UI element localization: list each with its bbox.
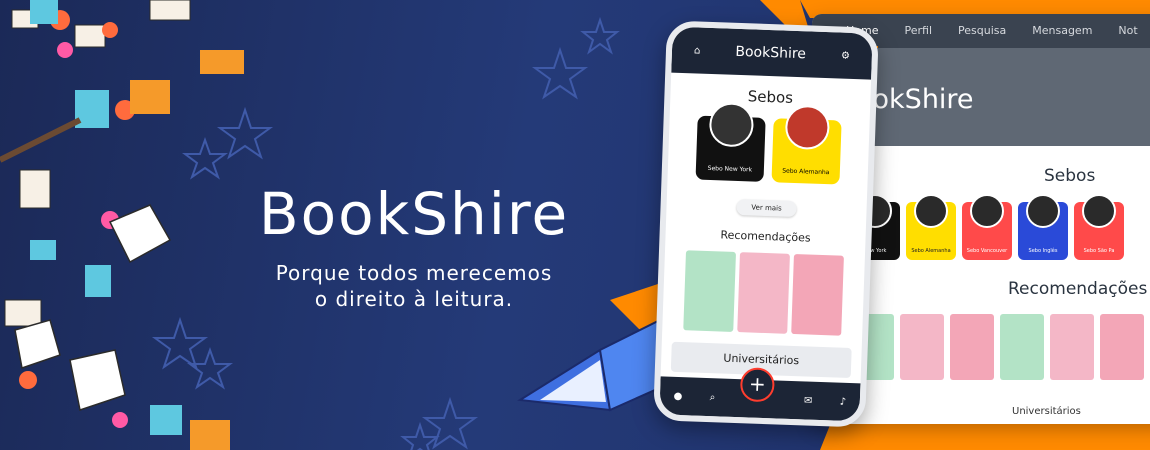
see-more-button[interactable]: Ver mais: [736, 198, 797, 218]
book-cover[interactable]: [1100, 314, 1144, 380]
desktop-shop-card[interactable]: Sebo Alemanha: [906, 194, 956, 260]
message-icon[interactable]: ✉: [804, 395, 813, 406]
gear-icon[interactable]: ⚙: [841, 50, 850, 61]
book-cover[interactable]: [791, 253, 844, 336]
book-cover[interactable]: [1000, 314, 1044, 380]
phone-book-list: [662, 249, 865, 336]
phone-mockup: ⌂ BookShire ⚙ Sebos Sebo New York Sebo A…: [653, 20, 879, 428]
shop-label: Sebo São Pa: [1083, 248, 1115, 254]
desktop-shop-list: New York Sebo Alemanha Sebo Vancouver Se…: [850, 194, 1124, 260]
brand-title: BookShire: [258, 180, 570, 248]
desktop-shop-card[interactable]: Sebo São Pa: [1074, 194, 1124, 260]
shop-label: Sebo Alemanha: [911, 248, 951, 254]
home-icon[interactable]: ⌂: [694, 45, 701, 56]
shop-label: Sebo New York: [707, 164, 753, 174]
user-icon[interactable]: ●: [673, 390, 682, 401]
nav-item-notificacoes[interactable]: Not: [1118, 24, 1137, 48]
phone-shop-card[interactable]: Sebo Alemanha: [771, 104, 842, 185]
phone-recommendations-title: Recomendações: [720, 228, 811, 245]
book-cover[interactable]: [950, 314, 994, 380]
search-icon[interactable]: ⌕: [710, 392, 716, 403]
shop-label: Sebo Vancouver: [966, 248, 1008, 254]
tagline-line-1: Porque todos merecemos: [275, 261, 553, 285]
nav-item-perfil[interactable]: Perfil: [904, 24, 932, 48]
bell-icon[interactable]: ♪: [840, 396, 847, 407]
hero-banner: BookShire Porque todos merecemos o direi…: [0, 0, 1150, 450]
book-cover[interactable]: [737, 252, 790, 334]
book-cover[interactable]: [900, 314, 944, 380]
desktop-sebos-title: Sebos: [1044, 166, 1096, 186]
phone-shop-card[interactable]: Sebo New York: [695, 101, 766, 182]
desktop-book-list: [850, 314, 1144, 380]
desktop-shop-card[interactable]: Sebo Vancouver: [962, 194, 1012, 260]
desktop-universities-label: Universitários: [1012, 406, 1081, 417]
desktop-shop-card[interactable]: Sebo Inglês: [1018, 194, 1068, 260]
desktop-recommendations-title: Recomendações: [1008, 279, 1148, 299]
phone-sebos-title: Sebos: [747, 87, 794, 107]
book-cover[interactable]: [683, 250, 737, 332]
shop-label: Sebo Alemanha: [782, 167, 830, 177]
nav-item-pesquisa[interactable]: Pesquisa: [958, 24, 1006, 48]
book-cover[interactable]: [1050, 314, 1094, 380]
books-tree-illustration: [0, 0, 244, 450]
phone-header: ⌂ BookShire ⚙: [671, 26, 873, 80]
shop-label: Sebo Inglês: [1028, 248, 1058, 254]
phone-app-title: BookShire: [735, 43, 807, 63]
nav-item-mensagem[interactable]: Mensagem: [1032, 24, 1092, 48]
phone-shop-list: Sebo New York Sebo Alemanha: [668, 101, 870, 186]
